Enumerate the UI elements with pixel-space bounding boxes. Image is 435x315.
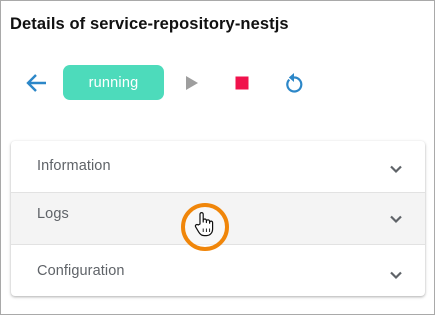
stop-button[interactable] [229, 71, 255, 95]
window-frame: Details of service-repository-nestjs run… [0, 0, 435, 315]
status-badge: running [63, 65, 164, 100]
accordion-item-label: Logs [37, 206, 69, 222]
accordion-item-label: Configuration [37, 263, 125, 279]
stop-icon [235, 76, 249, 90]
back-button[interactable] [23, 71, 51, 95]
service-toolbar: running [1, 63, 435, 103]
hand-pointer-icon [194, 212, 214, 237]
page-title: Details of service-repository-nestjs [10, 15, 289, 33]
chevron-down-icon [390, 215, 402, 224]
chevron-down-icon [390, 165, 402, 174]
restart-button[interactable] [280, 69, 308, 97]
start-button[interactable] [179, 71, 205, 95]
restart-icon [286, 73, 303, 93]
accordion-item-information[interactable]: Information [11, 141, 425, 192]
accordion-item-label: Information [37, 158, 111, 174]
arrow-left-icon [26, 74, 46, 92]
chevron-down-icon [390, 271, 402, 280]
play-icon [186, 76, 198, 90]
accordion-item-configuration[interactable]: Configuration [11, 245, 425, 296]
